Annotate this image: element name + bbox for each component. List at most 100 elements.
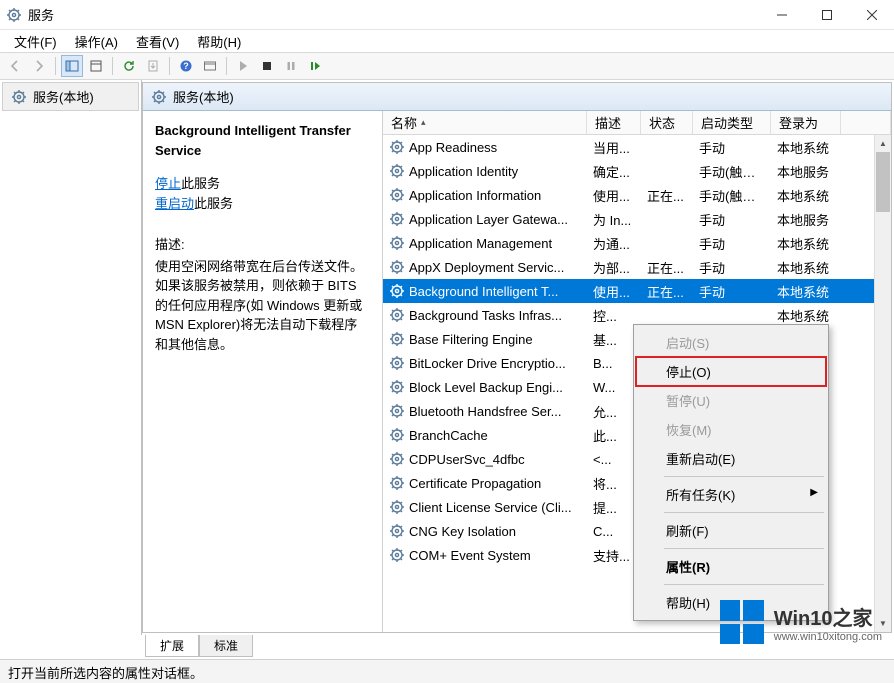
service-row[interactable]: App Readiness当用...手动本地系统 — [383, 135, 891, 159]
service-row[interactable]: Background Intelligent T...使用...正在...手动本… — [383, 279, 891, 303]
cell-name: CDPUserSvc_4dfbc — [383, 451, 587, 467]
cell-desc: 控... — [587, 306, 641, 325]
restart-service-button[interactable] — [304, 55, 326, 77]
gear-icon — [151, 89, 167, 105]
cell-name: Application Information — [383, 187, 587, 203]
cell-name: CNG Key Isolation — [383, 523, 587, 539]
cell-start: 手动(触发... — [693, 162, 771, 181]
service-row[interactable]: Application Information使用...正在...手动(触发..… — [383, 183, 891, 207]
service-row[interactable]: AppX Deployment Servic...为部...正在...手动本地系… — [383, 255, 891, 279]
gear-icon — [389, 163, 405, 179]
cell-logon: 本地系统 — [771, 234, 841, 253]
scroll-thumb[interactable] — [876, 152, 890, 212]
gear-icon — [389, 547, 405, 563]
ctx-refresh[interactable]: 刷新(F) — [636, 516, 826, 545]
list-header: 名称▴ 描述 状态 启动类型 登录为 — [383, 111, 891, 135]
export-button[interactable] — [142, 55, 164, 77]
ctx-pause[interactable]: 暂停(U) — [636, 386, 826, 415]
description-label: 描述: — [155, 235, 370, 255]
cell-logon: 本地系统 — [771, 186, 841, 205]
gear-icon — [389, 403, 405, 419]
start-service-button[interactable] — [232, 55, 254, 77]
toolbar-separator — [112, 57, 113, 75]
cell-name: BitLocker Drive Encryptio... — [383, 355, 587, 371]
cell-state: 正在... — [641, 282, 693, 301]
stop-service-button[interactable] — [256, 55, 278, 77]
gear-icon — [389, 235, 405, 251]
status-bar: 打开当前所选内容的属性对话框。 — [0, 659, 894, 683]
cell-desc: 使用... — [587, 186, 641, 205]
cell-start: 手动 — [693, 258, 771, 277]
cell-name: Application Identity — [383, 163, 587, 179]
pane-header-title: 服务(本地) — [173, 87, 234, 106]
ctx-restart[interactable]: 重新启动(E) — [636, 444, 826, 473]
cell-logon: 本地系统 — [771, 258, 841, 277]
col-spacer — [841, 111, 891, 134]
gear-icon — [389, 331, 405, 347]
menu-action[interactable]: 操作(A) — [67, 30, 126, 53]
pause-service-button[interactable] — [280, 55, 302, 77]
cell-name: Application Management — [383, 235, 587, 251]
show-hide-tree-button[interactable] — [61, 55, 83, 77]
cell-desc: 当用... — [587, 138, 641, 157]
restart-link[interactable]: 重启动 — [155, 196, 194, 211]
cell-name: Certificate Propagation — [383, 475, 587, 491]
gear-icon — [389, 427, 405, 443]
minimize-button[interactable] — [759, 0, 804, 30]
tab-standard[interactable]: 标准 — [199, 635, 253, 657]
restart-suffix: 此服务 — [194, 196, 233, 211]
back-button[interactable] — [4, 55, 26, 77]
maximize-button[interactable] — [804, 0, 849, 30]
properties-toolbar-button[interactable] — [85, 55, 107, 77]
col-name[interactable]: 名称▴ — [383, 111, 587, 134]
col-logon[interactable]: 登录为 — [771, 111, 841, 134]
col-start[interactable]: 启动类型 — [693, 111, 771, 134]
forward-button[interactable] — [28, 55, 50, 77]
cell-logon: 本地服务 — [771, 162, 841, 181]
toolbar-separator — [55, 57, 56, 75]
service-row[interactable]: Application Management为通...手动本地系统 — [383, 231, 891, 255]
watermark: Win10之家 www.win10xitong.com — [720, 600, 882, 644]
selected-service-name: Background Intelligent Transfer Service — [155, 121, 370, 160]
help-button[interactable]: ? — [175, 55, 197, 77]
submenu-arrow-icon: ▶ — [810, 487, 818, 498]
vertical-scrollbar[interactable]: ▲ ▼ — [874, 135, 891, 632]
close-button[interactable] — [849, 0, 894, 30]
cell-logon: 本地系统 — [771, 138, 841, 157]
gear-icon — [389, 355, 405, 371]
cell-name: Background Tasks Infras... — [383, 307, 587, 323]
ctx-resume[interactable]: 恢复(M) — [636, 415, 826, 444]
cell-state: 正在... — [641, 186, 693, 205]
service-row[interactable]: Application Identity确定...手动(触发...本地服务 — [383, 159, 891, 183]
tree-root-item[interactable]: 服务(本地) — [2, 82, 139, 111]
tab-extended[interactable]: 扩展 — [145, 635, 199, 657]
cell-name: Client License Service (Cli... — [383, 499, 587, 515]
scroll-up-button[interactable]: ▲ — [875, 135, 891, 152]
col-desc[interactable]: 描述 — [587, 111, 641, 134]
stop-link[interactable]: 停止 — [155, 176, 181, 191]
ctx-stop[interactable]: 停止(O) — [636, 357, 826, 386]
gear-icon — [389, 307, 405, 323]
gear-icon — [389, 451, 405, 467]
cell-start: 手动(触发... — [693, 186, 771, 205]
cell-logon: 本地系统 — [771, 282, 841, 301]
gear-icon — [389, 523, 405, 539]
console-button[interactable] — [199, 55, 221, 77]
cell-start: 手动 — [693, 138, 771, 157]
ctx-properties[interactable]: 属性(R) — [636, 552, 826, 581]
cell-name: Base Filtering Engine — [383, 331, 587, 347]
cell-name: Block Level Backup Engi... — [383, 379, 587, 395]
menu-view[interactable]: 查看(V) — [128, 30, 187, 53]
pane-header: 服务(本地) — [143, 83, 891, 111]
menu-file[interactable]: 文件(F) — [6, 30, 65, 53]
sort-asc-icon: ▴ — [421, 117, 426, 128]
col-state[interactable]: 状态 — [641, 111, 693, 134]
tree-root-label: 服务(本地) — [33, 87, 94, 106]
menu-help[interactable]: 帮助(H) — [189, 30, 249, 53]
service-row[interactable]: Application Layer Gatewa...为 In...手动本地服务 — [383, 207, 891, 231]
ctx-start[interactable]: 启动(S) — [636, 328, 826, 357]
ctx-all-tasks[interactable]: 所有任务(K)▶ — [636, 480, 826, 509]
refresh-button[interactable] — [118, 55, 140, 77]
window-title: 服务 — [28, 5, 759, 24]
info-column: Background Intelligent Transfer Service … — [143, 111, 383, 632]
